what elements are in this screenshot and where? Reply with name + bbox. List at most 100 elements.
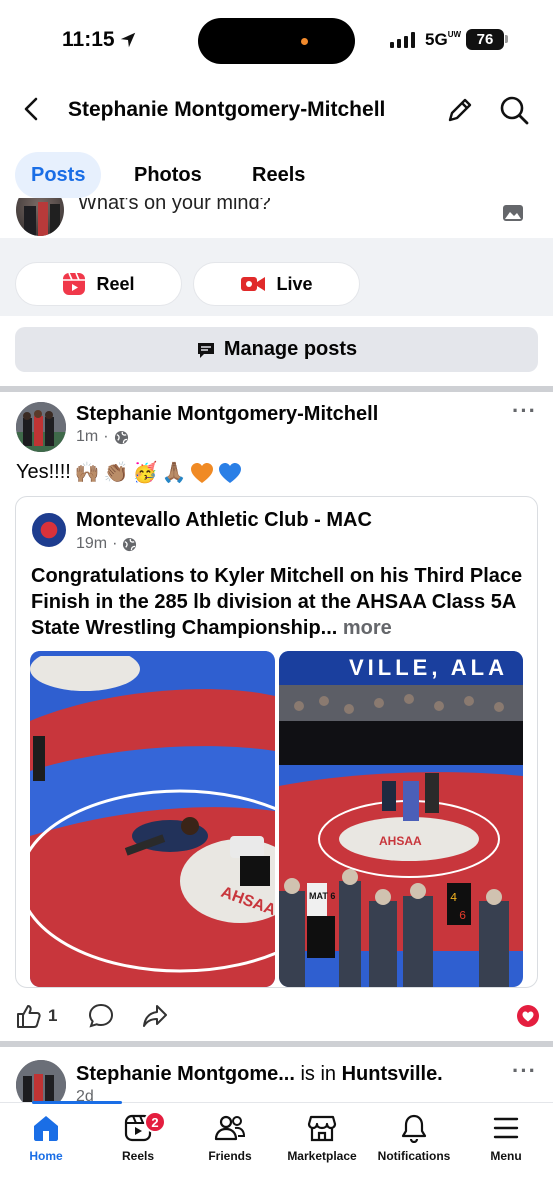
battery-icon: 76 (466, 29, 504, 50)
battery-cap (505, 35, 508, 43)
status-time: 11:15 (62, 28, 137, 52)
bottom-navigation: Home 2 Reels Friends Marketplace Notific… (0, 1101, 553, 1200)
manage-posts-icon (197, 342, 214, 358)
share-arrow-icon[interactable] (142, 1004, 168, 1028)
mat-sign-text: MAT 6 (309, 891, 335, 901)
raising-hands-icon: 🙌🏽 (74, 462, 100, 484)
post-photo-1[interactable]: AHSAA (30, 651, 275, 987)
live-button-label: Live (276, 273, 313, 294)
reel-icon (63, 272, 86, 295)
meta-separator: · (112, 535, 118, 552)
post-photo-2[interactable]: VILLE, ALA AHSAA MAT 6 4 6 (279, 651, 523, 987)
shared-post-time: 19m (76, 535, 108, 552)
network-sub-label: UW (447, 30, 462, 39)
wrestling-mat-photo: AHSAA (30, 651, 275, 987)
nav-reels[interactable]: 2 Reels (88, 1111, 188, 1163)
create-reel-button[interactable]: Reel (15, 262, 182, 306)
privacy-indicator-icon (301, 38, 308, 45)
nav-home[interactable]: Home (0, 1113, 96, 1163)
arena-photo: VILLE, ALA AHSAA MAT 6 4 6 (279, 651, 523, 987)
profile-header: Stephanie Montgomery-Mitchell (0, 82, 553, 138)
post-options-icon[interactable]: ··· (512, 398, 537, 424)
avatar-photo (16, 402, 66, 452)
like-count[interactable]: 1 (48, 1006, 57, 1026)
nav-notifications-label: Notifications (377, 1149, 451, 1163)
scoreboard-right: 6 (459, 909, 466, 923)
see-more-link[interactable]: more (343, 617, 392, 639)
post-body: Yes!!!! 🙌🏽 👏🏽 🥳 🙏🏽 (16, 460, 242, 485)
go-live-button[interactable]: Live (193, 262, 360, 306)
back-arrow-icon[interactable] (18, 94, 48, 124)
reel-button-label: Reel (96, 273, 135, 294)
photo-icon[interactable] (502, 204, 524, 222)
home-icon (34, 1116, 58, 1141)
post-text: Yes!!!! (16, 461, 71, 483)
like-thumb-icon[interactable] (16, 1003, 42, 1029)
nav-menu[interactable]: Menu (456, 1113, 553, 1163)
scoreboard-left: 4 (450, 891, 457, 905)
orange-heart-icon (191, 462, 214, 483)
section-divider (0, 1041, 553, 1047)
shared-post-text: Congratulations to Kyler Mitchell on his… (31, 563, 531, 641)
globe-icon (123, 537, 137, 551)
post-meta: 1m · (76, 428, 129, 446)
shared-post-meta: 19m · (76, 535, 137, 553)
tab-photos[interactable]: Photos (118, 152, 218, 198)
globe-icon (114, 430, 128, 444)
nav-friends-label: Friends (208, 1149, 252, 1163)
shared-author-name[interactable]: Montevallo Athletic Club - MAC (76, 509, 372, 532)
nav-friends[interactable]: Friends (180, 1113, 280, 1163)
partying-face-icon: 🥳 (132, 462, 158, 484)
post-options-icon[interactable]: ··· (512, 1058, 537, 1084)
next-post-header[interactable]: Stephanie Montgome... is in Huntsville. (76, 1063, 443, 1086)
location-arrow-icon (120, 32, 135, 48)
next-post-connector: is in (300, 1063, 337, 1085)
composer-placeholder[interactable]: What's on your mind? (78, 198, 271, 215)
nav-marketplace-label: Marketplace (287, 1149, 357, 1163)
manage-posts-button[interactable]: Manage posts (15, 327, 538, 372)
mat-logo-text-2: AHSAA (379, 834, 422, 848)
search-icon[interactable] (498, 94, 530, 126)
meta-separator: · (103, 428, 109, 445)
nav-marketplace[interactable]: Marketplace (272, 1113, 372, 1163)
bell-icon (401, 1114, 427, 1143)
mac-logo-avatar[interactable] (32, 513, 66, 547)
shared-post-caption: Congratulations to Kyler Mitchell on his… (31, 565, 523, 639)
hamburger-menu-icon (493, 1117, 519, 1139)
dynamic-island (198, 18, 355, 64)
nav-reels-label: Reels (121, 1149, 155, 1163)
nav-notifications[interactable]: Notifications (364, 1113, 464, 1163)
tab-posts[interactable]: Posts (15, 152, 102, 198)
blue-heart-icon (219, 462, 242, 483)
arena-banner-text: VILLE, ALA (349, 655, 508, 680)
network-type: 5GUW (425, 30, 461, 50)
tab-reels[interactable]: Reels (236, 152, 321, 198)
profile-tabs: Posts Photos Reels (0, 152, 553, 198)
folded-hands-icon: 🙏🏽 (161, 462, 187, 484)
post-author-name[interactable]: Stephanie Montgomery-Mitchell (76, 403, 378, 426)
shared-post-card[interactable]: Montevallo Athletic Club - MAC 19m · Con… (15, 496, 538, 988)
reels-notification-badge: 2 (144, 1111, 166, 1133)
next-post-place[interactable]: Huntsville. (342, 1063, 443, 1085)
avatar[interactable] (16, 402, 66, 452)
next-post-author[interactable]: Stephanie Montgome... (76, 1063, 295, 1085)
nav-menu-label: Menu (490, 1149, 522, 1163)
comment-icon[interactable] (88, 1003, 114, 1029)
status-time-text: 11:15 (62, 28, 115, 51)
live-video-icon (241, 277, 266, 291)
post-time: 1m (76, 428, 99, 445)
scroll-indicator (32, 1101, 122, 1104)
composer-row[interactable]: What's on your mind? (0, 198, 553, 238)
battery-level: 76 (476, 31, 494, 48)
page-title: Stephanie Montgomery-Mitchell (68, 98, 386, 121)
section-divider (0, 386, 553, 392)
signal-bars-icon (390, 32, 415, 48)
clapping-hands-icon: 👏🏽 (103, 462, 129, 484)
avatar[interactable] (16, 198, 64, 236)
friends-icon (214, 1115, 246, 1141)
edit-pencil-icon[interactable] (444, 94, 476, 126)
love-reaction-icon[interactable] (517, 1005, 539, 1027)
nav-home-label: Home (29, 1149, 63, 1163)
manage-posts-label: Manage posts (223, 338, 358, 360)
status-bar: 11:15 5GUW 76 (0, 0, 553, 82)
